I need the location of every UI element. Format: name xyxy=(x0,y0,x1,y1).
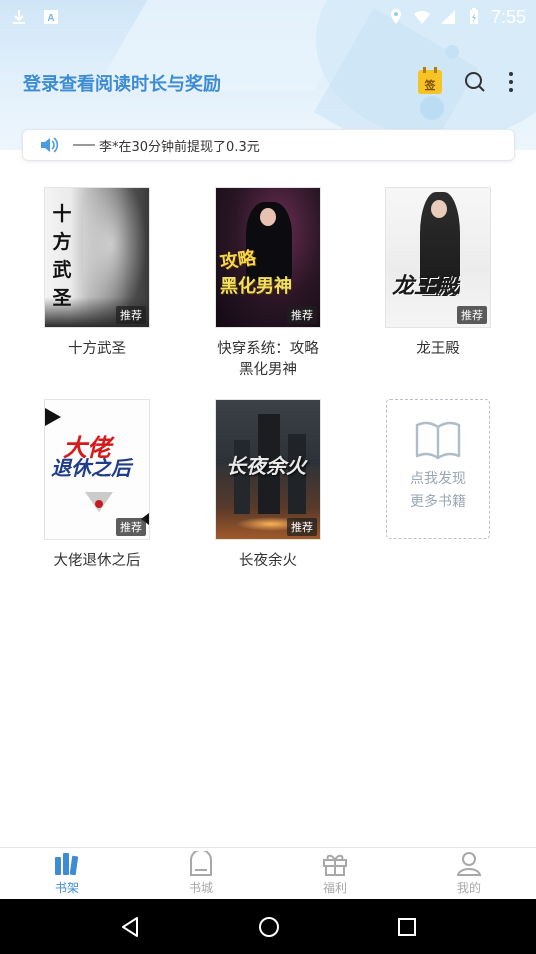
header-bubble xyxy=(420,96,444,120)
withdrawal-notice[interactable]: 李*在30分钟前提现了0.3元 xyxy=(22,129,515,161)
header-bubble xyxy=(445,45,459,59)
status-time: 7:55 xyxy=(490,6,526,27)
book-cover[interactable]: 长夜余火 推荐 xyxy=(215,399,321,540)
bookshelf-icon xyxy=(55,853,79,876)
book-item[interactable]: 十方武圣 推荐 十方武圣 xyxy=(37,187,157,360)
cover-art xyxy=(260,208,276,226)
tab-bookshelf[interactable]: 书架 xyxy=(0,848,134,899)
system-nav-bar xyxy=(0,899,536,954)
tab-profile[interactable]: 我的 xyxy=(402,848,536,899)
book-item[interactable]: 大佬 退休之后 推荐 大佬退休之后 xyxy=(37,399,157,572)
cover-title: 退休之后 xyxy=(51,456,131,480)
tab-welfare[interactable]: 福利 xyxy=(268,848,402,899)
back-icon[interactable] xyxy=(119,916,141,938)
location-icon xyxy=(390,9,401,24)
download-icon xyxy=(13,10,25,24)
search-icon[interactable] xyxy=(464,71,486,93)
cover-title: 黑化男神 xyxy=(220,276,292,297)
recommend-badge: 推荐 xyxy=(287,518,317,536)
profile-icon xyxy=(456,852,482,876)
cover-art xyxy=(431,200,447,218)
gift-icon xyxy=(323,854,347,876)
book-cover[interactable]: 大佬 退休之后 推荐 xyxy=(44,399,150,540)
discover-line1: 点我发现 xyxy=(410,471,466,487)
tab-label: 书城 xyxy=(188,881,213,895)
signal-icon xyxy=(440,10,455,24)
book-title: 大佬退休之后 xyxy=(53,553,141,569)
tab-label: 我的 xyxy=(456,881,481,895)
book-item[interactable]: 攻略 黑化男神 推荐 快穿系统：攻略 黑化男神 xyxy=(208,187,328,381)
cover-title: 长夜余火 xyxy=(226,454,306,478)
sign-in-label: 签 xyxy=(424,79,436,92)
recents-icon[interactable] xyxy=(397,917,417,937)
book-cover[interactable]: 攻略 黑化男神 推荐 xyxy=(215,187,321,328)
tab-bookstore[interactable]: 书城 xyxy=(134,848,268,899)
cover-art xyxy=(95,500,103,508)
recommend-badge: 推荐 xyxy=(116,306,146,324)
book-cover[interactable]: 十方武圣 推荐 xyxy=(44,187,150,328)
book-title: 快穿系统：攻略 黑化男神 xyxy=(217,341,319,378)
cover-title: 十方武圣 xyxy=(52,203,72,309)
notice-divider xyxy=(73,144,95,146)
book-item[interactable]: 长夜余火 推荐 长夜余火 xyxy=(208,399,328,572)
book-cover[interactable]: 龙王殿 推荐 xyxy=(385,187,491,328)
speaker-icon xyxy=(41,137,59,153)
header-actions: 签 xyxy=(418,67,514,94)
bottom-nav: 书架 书城 福利 我的 xyxy=(0,847,536,899)
svg-text:A: A xyxy=(47,13,54,24)
login-prompt[interactable]: 登录查看阅读时长与奖励 xyxy=(23,70,221,96)
cover-art xyxy=(45,408,61,426)
sign-in-icon[interactable]: 签 xyxy=(418,67,442,94)
recommend-badge: 推荐 xyxy=(457,306,487,324)
open-book-icon xyxy=(415,421,461,460)
recommend-badge: 推荐 xyxy=(287,306,317,324)
recommend-badge: 推荐 xyxy=(116,518,146,536)
home-icon[interactable] xyxy=(258,916,280,938)
book-title: 十方武圣 xyxy=(68,341,126,357)
cover-title: 龙王殿 xyxy=(392,274,459,299)
more-icon[interactable] xyxy=(508,71,514,93)
tab-label: 福利 xyxy=(322,881,347,895)
battery-icon xyxy=(469,8,478,24)
book-item[interactable]: 龙王殿 推荐 龙王殿 xyxy=(378,187,498,360)
tab-label: 书架 xyxy=(54,881,79,895)
wifi-icon xyxy=(413,10,430,24)
status-bar: A 7:55 xyxy=(0,0,536,34)
discover-line2: 更多书籍 xyxy=(410,494,466,510)
bookstore-icon xyxy=(190,851,212,876)
notice-text: 李*在30分钟前提现了0.3元 xyxy=(99,139,260,155)
discover-more-button[interactable]: 点我发现 更多书籍 xyxy=(386,399,490,539)
book-title: 长夜余火 xyxy=(239,553,297,569)
a-icon: A xyxy=(44,10,58,24)
book-title: 龙王殿 xyxy=(416,341,460,357)
